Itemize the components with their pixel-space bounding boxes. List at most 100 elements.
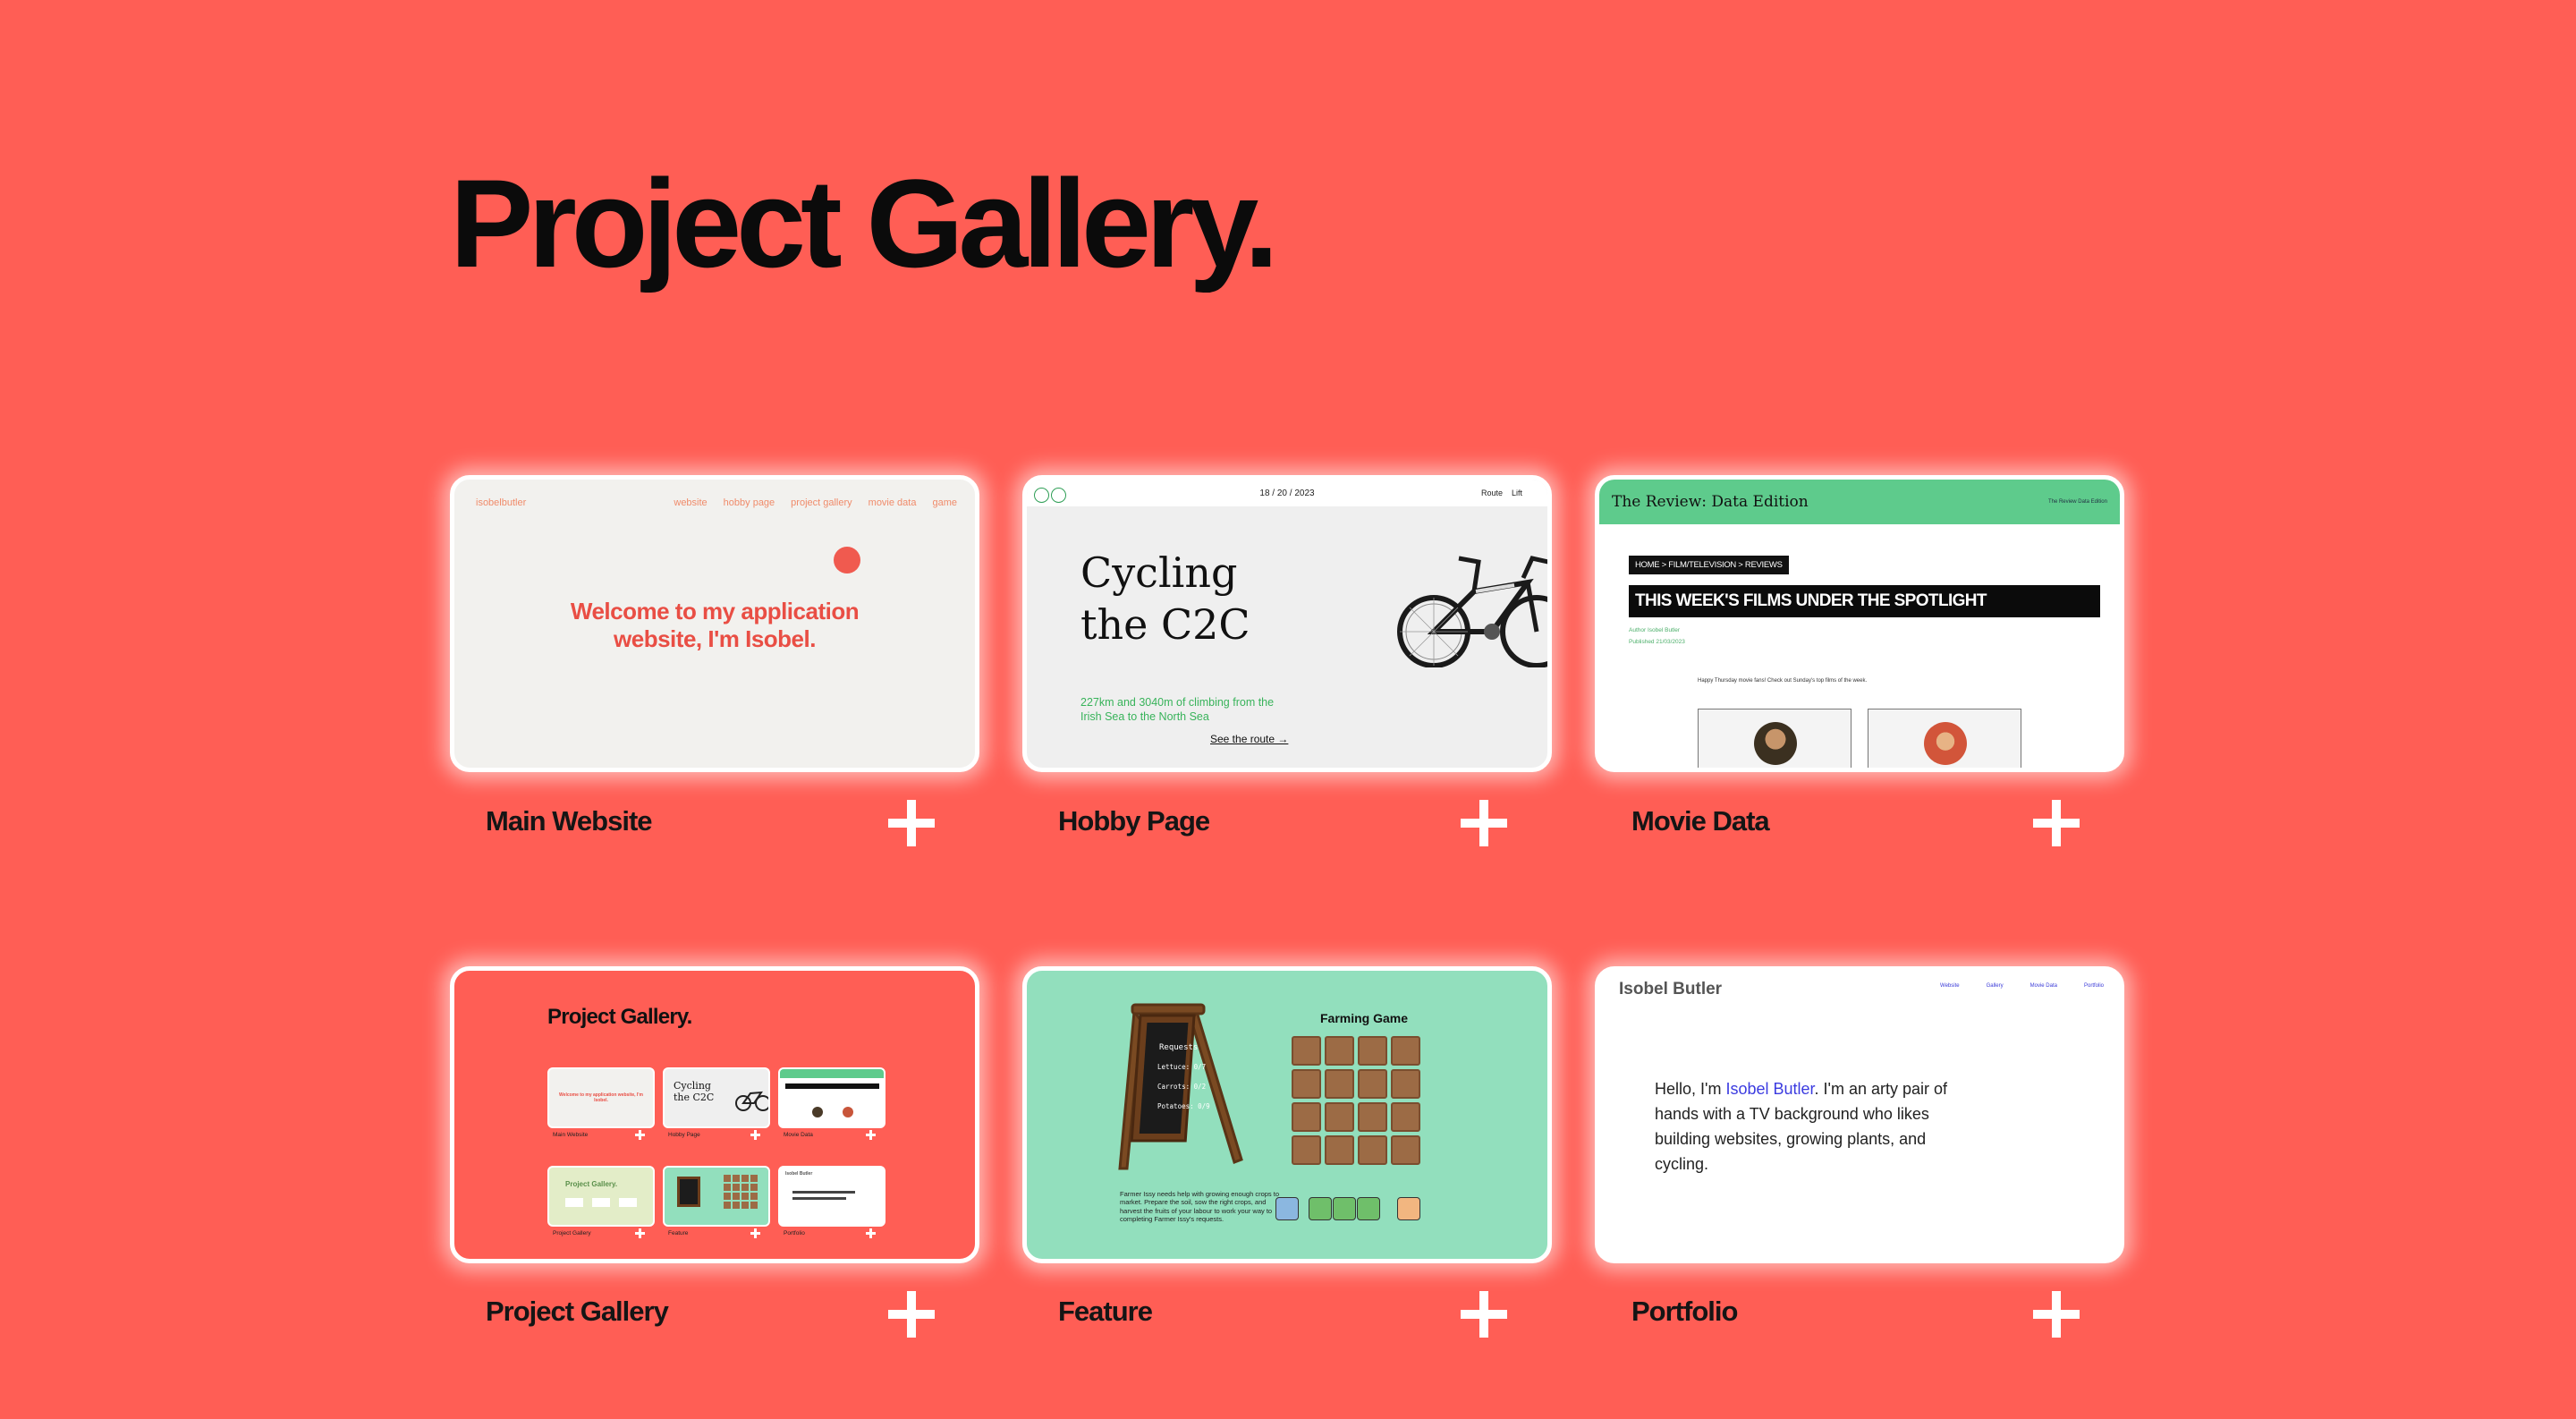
hobby-page-caption: Hobby Page bbox=[1058, 805, 1210, 837]
preview-welcome-text: Welcome to my application website, I'm I… bbox=[570, 598, 860, 653]
main-website-caption: Main Website bbox=[486, 805, 653, 837]
preview-breadcrumb: HOME > FILM/TELEVISION > REVIEWS bbox=[1629, 556, 1789, 574]
mini-card-movie-data bbox=[778, 1067, 886, 1128]
preview-nav-item: game bbox=[932, 497, 957, 508]
portfolio-caption: Portfolio bbox=[1631, 1296, 1738, 1327]
soil-tile bbox=[1391, 1135, 1420, 1165]
movie-data-plus-icon[interactable] bbox=[2033, 800, 2080, 846]
hobby-page-plus-icon[interactable] bbox=[1461, 800, 1507, 846]
soil-tile bbox=[1358, 1069, 1387, 1099]
preview-site-title: The Review: Data Edition bbox=[1612, 493, 1809, 511]
game-description: Farmer Issy needs help with growing enou… bbox=[1120, 1190, 1280, 1224]
board-item: Carrots: 0/2 bbox=[1157, 1083, 1206, 1091]
mini-card-feature bbox=[663, 1166, 770, 1227]
preview-name: Isobel Butler bbox=[1619, 980, 1723, 998]
soil-tile bbox=[1292, 1036, 1321, 1066]
preview-see-route-link: See the route → bbox=[1210, 733, 1289, 745]
preview-nav-item: Website bbox=[1940, 983, 1960, 989]
soil-tile bbox=[1325, 1102, 1354, 1132]
main-website-card[interactable]: isobelbutler website hobby page project … bbox=[450, 475, 979, 772]
feature-plus-icon[interactable] bbox=[1461, 1291, 1507, 1338]
cactus-icon bbox=[1333, 1197, 1356, 1220]
preview-date: 18 / 20 / 2023 bbox=[1259, 489, 1315, 498]
board-item: Potatoes: 0/9 bbox=[1157, 1102, 1210, 1110]
preview-title: Project Gallery. bbox=[547, 1005, 692, 1029]
soil-tile bbox=[1292, 1135, 1321, 1165]
mini-caption: Portfolio bbox=[784, 1230, 805, 1236]
project-gallery-plus-icon[interactable] bbox=[888, 1291, 935, 1338]
feature-caption: Feature bbox=[1058, 1296, 1153, 1327]
mini-plus-icon bbox=[635, 1130, 645, 1140]
main-website-plus-icon[interactable] bbox=[888, 800, 935, 846]
preview-nav-item: project gallery bbox=[791, 497, 852, 508]
portfolio-plus-icon[interactable] bbox=[2033, 1291, 2080, 1338]
mini-card-portfolio: Isobel Butler bbox=[778, 1166, 886, 1227]
preview-nav-item: movie data bbox=[868, 497, 917, 508]
soil-tile bbox=[1391, 1036, 1420, 1066]
preview-headline: THIS WEEK'S FILMS UNDER THE SPOTLIGHT bbox=[1629, 585, 2100, 617]
soil-tile bbox=[1325, 1135, 1354, 1165]
hobby-page-card[interactable]: 18 / 20 / 2023 Route Lift Cycling the C2… bbox=[1022, 475, 1552, 772]
project-gallery-card[interactable]: Project Gallery. Welcome to my applicati… bbox=[450, 966, 979, 1263]
soil-tile bbox=[1391, 1102, 1420, 1132]
mini-card-hobby-page: Cycling the C2C bbox=[663, 1067, 770, 1128]
mini-caption: Main Website bbox=[553, 1132, 589, 1138]
mini-card-project-gallery: Project Gallery. bbox=[547, 1166, 655, 1227]
preview-nav-item: Portfolio bbox=[2083, 983, 2104, 989]
preview-subtitle: 227km and 3040m of climbing from the Iri… bbox=[1080, 696, 1275, 723]
soil-tile bbox=[1325, 1036, 1354, 1066]
mini-caption: Project Gallery bbox=[553, 1230, 591, 1236]
soil-tile bbox=[1292, 1102, 1321, 1132]
portfolio-card[interactable]: Isobel Butler Website Gallery Movie Data… bbox=[1595, 966, 2124, 1263]
mini-plus-icon bbox=[866, 1228, 876, 1238]
mini-caption: Hobby Page bbox=[668, 1132, 700, 1138]
board-title: Requests bbox=[1159, 1043, 1198, 1052]
preview-logo: isobelbutler bbox=[476, 497, 527, 508]
game-title: Farming Game bbox=[1320, 1011, 1409, 1025]
watering-can-icon bbox=[1275, 1197, 1299, 1220]
preview-nav: website hobby page project gallery movie… bbox=[674, 497, 957, 508]
mini-caption: Feature bbox=[668, 1230, 689, 1236]
soil-tile bbox=[1325, 1069, 1354, 1099]
preview-headline: Cycling the C2C bbox=[1080, 548, 1250, 649]
portrait-image bbox=[1924, 722, 1967, 765]
soil-tile bbox=[1358, 1036, 1387, 1066]
board-item: Lettuce: 0/7 bbox=[1157, 1063, 1206, 1071]
preview-description: Happy Thursday movie fans! Check out Sun… bbox=[1698, 678, 1868, 684]
portrait-image bbox=[1754, 722, 1797, 765]
mini-card-main-website: Welcome to my application website, I'm I… bbox=[547, 1067, 655, 1128]
intro-name-link: Isobel Butler bbox=[1725, 1080, 1815, 1098]
soil-tile bbox=[1292, 1069, 1321, 1099]
bicycle-icon bbox=[1397, 556, 1547, 667]
feature-card[interactable]: Requests Lettuce: 0/7 Carrots: 0/2 Potat… bbox=[1022, 966, 1552, 1263]
preview-corner-text: The Review Data Edition bbox=[2047, 499, 2107, 505]
carrot-icon bbox=[1309, 1197, 1332, 1220]
mini-plus-icon bbox=[635, 1228, 645, 1238]
page-title: Project Gallery. bbox=[450, 153, 1279, 293]
preview-next-link: Lift bbox=[1511, 489, 1522, 497]
preview-author: Author Isobel Butler bbox=[1629, 627, 1681, 633]
soil-tile bbox=[1358, 1135, 1387, 1165]
preview-route-link: Route bbox=[1480, 489, 1503, 497]
preview-nav: Website Gallery Movie Data Portfolio bbox=[1940, 983, 2104, 989]
preview-nav-item: hobby page bbox=[723, 497, 775, 508]
soil-tile bbox=[1391, 1069, 1420, 1099]
preview-nav-item: Gallery bbox=[1986, 983, 2004, 989]
seed-icon bbox=[1357, 1197, 1380, 1220]
mini-caption: Movie Data bbox=[784, 1132, 813, 1138]
soil-tile bbox=[1358, 1102, 1387, 1132]
movie-data-caption: Movie Data bbox=[1631, 805, 1770, 837]
preview-intro: Hello, I'm Isobel Butler. I'm an arty pa… bbox=[1655, 1080, 1948, 1173]
shovel-icon bbox=[1397, 1197, 1420, 1220]
project-gallery-caption: Project Gallery bbox=[486, 1296, 669, 1327]
preview-red-dot bbox=[834, 547, 860, 574]
preview-published: Published 21/03/2023 bbox=[1629, 639, 1685, 645]
mini-plus-icon bbox=[866, 1130, 876, 1140]
mini-plus-icon bbox=[750, 1130, 760, 1140]
mini-plus-icon bbox=[750, 1228, 760, 1238]
preview-film-box bbox=[1698, 709, 1852, 768]
preview-nav-item: website bbox=[674, 497, 708, 508]
chalkboard-sign-icon: Requests Lettuce: 0/7 Carrots: 0/2 Potat… bbox=[1118, 1003, 1243, 1170]
movie-data-card[interactable]: The Review: Data Edition The Review Data… bbox=[1595, 475, 2124, 772]
preview-nav-item: Movie Data bbox=[2029, 983, 2057, 989]
